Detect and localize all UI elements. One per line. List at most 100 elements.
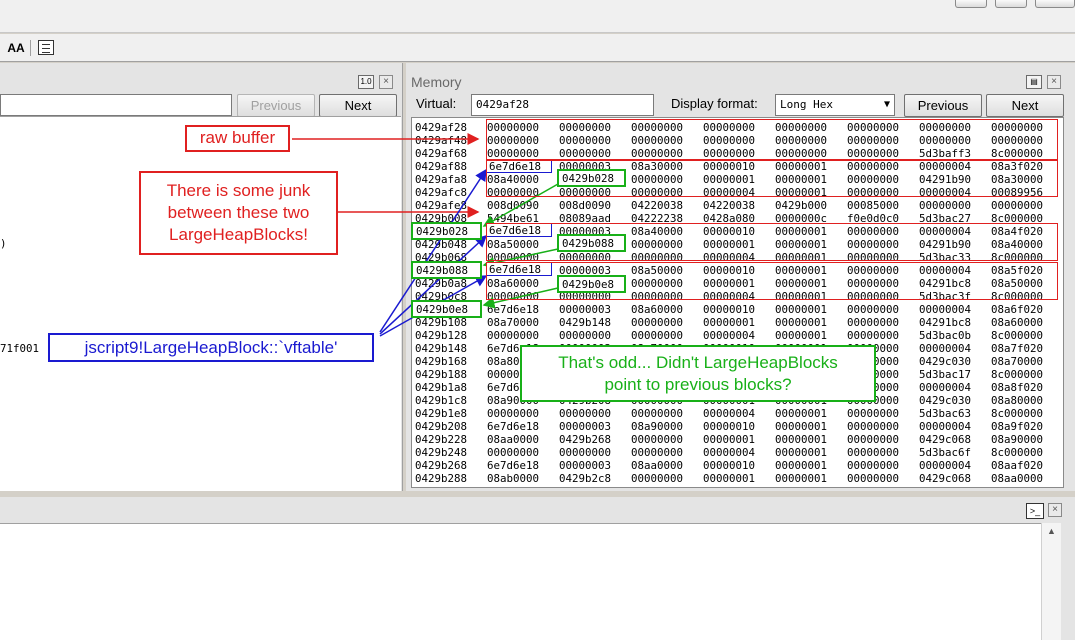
memory-value: 08a7f020 xyxy=(991,342,1044,355)
memory-value: 00000000 xyxy=(631,186,684,199)
memory-value: 00000001 xyxy=(775,472,828,485)
display-format-value: Long Hex xyxy=(780,98,833,111)
memory-previous-button[interactable]: Previous xyxy=(904,94,982,117)
vftable-callout: jscript9!LargeHeapBlock::`vftable' xyxy=(48,333,374,362)
memory-value: 00000001 xyxy=(775,264,828,277)
memory-value: 08a40000 xyxy=(487,173,540,186)
memory-address: 0429af48 xyxy=(415,134,468,147)
memory-address: 0429b0e8 xyxy=(415,303,468,316)
memory-value: 00000000 xyxy=(847,264,900,277)
memory-value: 00000000 xyxy=(631,134,684,147)
memory-value: 00000001 xyxy=(775,251,828,264)
minimize-icon[interactable] xyxy=(955,0,987,8)
memory-address: 0429afa8 xyxy=(415,173,468,186)
memory-value: 00000000 xyxy=(631,329,684,342)
virtual-input[interactable]: 0429af28 xyxy=(471,94,654,116)
memory-value: 00000001 xyxy=(775,186,828,199)
chevron-down-icon: ▼ xyxy=(883,99,890,110)
left-pane-input[interactable] xyxy=(0,94,232,116)
memory-value: 00000001 xyxy=(703,316,756,329)
virtual-label: Virtual: xyxy=(416,96,457,111)
memory-value: 00000000 xyxy=(847,238,900,251)
memory-value: 00000010 xyxy=(703,264,756,277)
memory-value: 00000000 xyxy=(631,407,684,420)
junk-text-1: There is some junk xyxy=(166,181,311,200)
left-previous-button[interactable]: Previous xyxy=(237,94,315,117)
memory-value: 04220038 xyxy=(703,199,756,212)
memory-value: 00000000 xyxy=(631,173,684,186)
memory-value: 5d3bac3f xyxy=(919,290,972,303)
memory-value: 00000000 xyxy=(487,407,540,420)
memory-options-icon[interactable]: ▤ xyxy=(1026,75,1042,89)
memory-address: 0429b128 xyxy=(415,329,468,342)
command-prompt-icon[interactable]: >_ xyxy=(1026,503,1044,519)
memory-value: 00000000 xyxy=(631,290,684,303)
junk-callout: There is some junk between these two Lar… xyxy=(139,171,338,255)
memory-value: 00000000 xyxy=(847,134,900,147)
memory-value: 8c000000 xyxy=(991,251,1044,264)
toolbar-separator xyxy=(30,40,31,56)
pane-close-icon[interactable]: × xyxy=(379,75,393,89)
memory-value: 08a8f020 xyxy=(991,381,1044,394)
memory-value: 08a9f020 xyxy=(991,420,1044,433)
memory-value: 00000000 xyxy=(991,121,1044,134)
close-icon[interactable] xyxy=(1035,0,1075,8)
memory-value: 00000000 xyxy=(559,446,612,459)
memory-value: 5d3bac6f xyxy=(919,446,972,459)
memory-value: 00000000 xyxy=(847,277,900,290)
memory-address: 0429b1e8 xyxy=(415,407,468,420)
memory-value: 04291b90 xyxy=(919,238,972,251)
memory-value: 008d0090 xyxy=(487,199,540,212)
scroll-up-icon[interactable]: ▲ xyxy=(1042,523,1061,539)
memory-value: 0429b000 xyxy=(775,199,828,212)
memory-value: 00000000 xyxy=(847,433,900,446)
memory-next-button[interactable]: Next xyxy=(986,94,1064,117)
memory-address: 0429b0a8 xyxy=(415,277,468,290)
memory-value: 00000004 xyxy=(919,381,972,394)
memory-value: 00000001 xyxy=(775,290,828,303)
memory-value: 0429c030 xyxy=(919,355,972,368)
left-next-button[interactable]: Next xyxy=(319,94,397,117)
memory-value: 04220038 xyxy=(631,199,684,212)
memory-value: 00000000 xyxy=(631,147,684,160)
memory-close-icon[interactable]: × xyxy=(1047,75,1061,89)
command-close-icon[interactable]: × xyxy=(1048,503,1062,517)
memory-value: 00000000 xyxy=(847,147,900,160)
memory-value: 00000000 xyxy=(847,173,900,186)
memory-value: 00000000 xyxy=(847,290,900,303)
memory-value: 00000004 xyxy=(919,303,972,316)
memory-value: 00000001 xyxy=(775,225,828,238)
memory-value: 0429c030 xyxy=(919,394,972,407)
memory-value: 00000000 xyxy=(487,290,540,303)
memory-address: 0429b0c8 xyxy=(415,290,468,303)
memory-value: 08a60000 xyxy=(487,277,540,290)
memory-value: 0429b088 xyxy=(559,238,612,251)
scrollbar[interactable]: ▲ xyxy=(1041,523,1061,640)
toolbar: AA xyxy=(0,34,1075,62)
memory-dump-view[interactable]: 0429af28 00000000 00000000 00000000 00000000… xyxy=(411,117,1064,488)
memory-value: 08a70000 xyxy=(991,355,1044,368)
memory-value: 00000001 xyxy=(775,160,828,173)
memory-value: 00000000 xyxy=(631,433,684,446)
raw-buffer-callout: raw buffer xyxy=(185,125,290,152)
memory-address: 0429b208 xyxy=(415,420,468,433)
memory-value: 5d3bac17 xyxy=(919,368,972,381)
odd-text-2: point to previous blocks? xyxy=(604,375,792,394)
display-format-select[interactable]: Long Hex ▼ xyxy=(775,94,895,116)
memory-value: 00000000 xyxy=(991,134,1044,147)
memory-value: 00000000 xyxy=(631,446,684,459)
font-size-icon[interactable]: AA xyxy=(6,38,26,58)
memory-value: 0429b268 xyxy=(559,433,612,446)
memory-value: 08a80000 xyxy=(991,394,1044,407)
memory-value: 04222238 xyxy=(631,212,684,225)
memory-value: 00000000 xyxy=(775,121,828,134)
memory-value: 00000000 xyxy=(847,160,900,173)
memory-value: 04291b90 xyxy=(919,173,972,186)
pane-options-icon[interactable]: 1.0 xyxy=(358,75,374,89)
memory-value: 00000004 xyxy=(703,407,756,420)
odd-text-1: That's odd... Didn't LargeHeapBlocks xyxy=(558,353,838,372)
memory-value: 00000000 xyxy=(559,251,612,264)
options-icon[interactable] xyxy=(38,40,54,55)
maximize-icon[interactable] xyxy=(995,0,1027,8)
memory-value: 0000000c xyxy=(775,212,828,225)
